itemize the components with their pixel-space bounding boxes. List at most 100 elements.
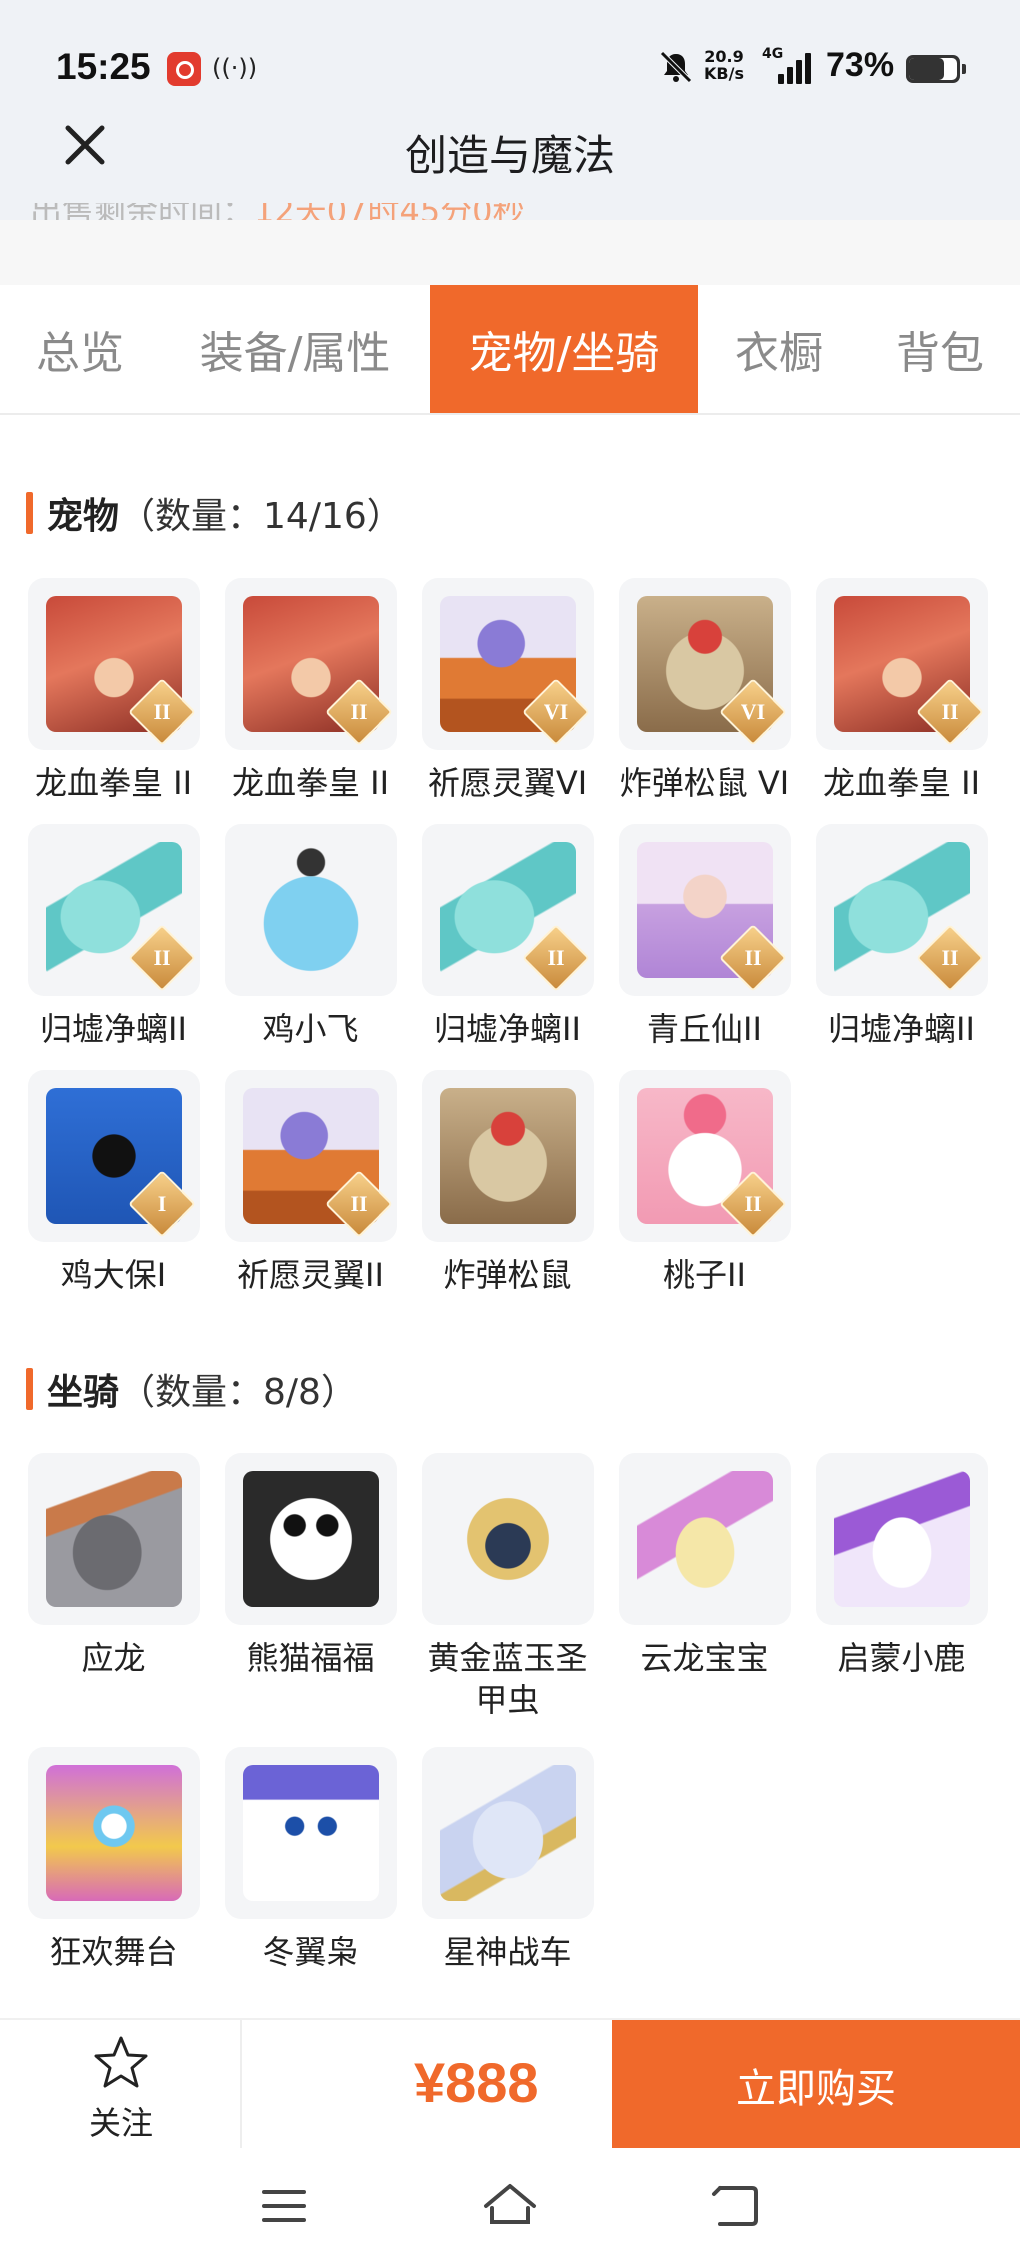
- pet-name: 龙血拳皇 II: [822, 764, 981, 802]
- stage-image: [45, 1765, 182, 1901]
- rank-label: VI: [740, 699, 765, 724]
- tab-bar: 总览 装备/属性 宠物/坐骑 衣橱 背包: [0, 285, 1020, 415]
- mount-name: 星神战车: [443, 1933, 572, 1971]
- tab-pets-mounts[interactable]: 宠物/坐骑: [430, 285, 698, 413]
- pet-card[interactable]: II 归墟净螭II: [26, 824, 201, 1050]
- tab-wardrobe[interactable]: 衣橱: [698, 285, 860, 413]
- buy-now-button[interactable]: 立即购买: [612, 2020, 1020, 2150]
- pets-count: （数量：14/16）: [119, 496, 403, 537]
- pet-card[interactable]: II 龙血拳皇 II: [26, 578, 201, 804]
- tab-overview[interactable]: 总览: [0, 285, 160, 413]
- back-icon[interactable]: [706, 2176, 766, 2236]
- section-accent-bar: [26, 1368, 33, 1410]
- mount-card[interactable]: 应龙: [26, 1453, 201, 1679]
- pet-name: 炸弹松鼠 VI: [619, 764, 790, 802]
- blue-chick-image: [242, 842, 379, 978]
- star-icon: [94, 2036, 148, 2088]
- pet-thumbnail: II: [27, 824, 200, 996]
- squirrel-image: [439, 1088, 576, 1224]
- pet-thumbnail: VI: [618, 578, 791, 750]
- mount-card[interactable]: 冬翼枭: [223, 1747, 398, 1973]
- price: ¥888: [414, 2051, 539, 2114]
- rank-label: VI: [543, 699, 568, 724]
- status-bar: 15:25 ((·)) 20.9 KB/s 4G 73%: [0, 0, 1020, 130]
- pet-card[interactable]: VI 祈愿灵翼VI: [420, 578, 595, 804]
- pet-name: 祈愿灵翼VI: [427, 764, 588, 802]
- mount-thumbnail: [421, 1747, 594, 1919]
- pet-name: 归墟净螭II: [40, 1010, 187, 1048]
- netease-app-icon: [167, 52, 201, 86]
- pet-card[interactable]: 鸡小飞: [223, 824, 398, 1050]
- pet-thumbnail: II: [224, 578, 397, 750]
- mount-card[interactable]: 云龙宝宝: [617, 1453, 792, 1679]
- mount-name: 云龙宝宝: [640, 1639, 769, 1677]
- menu-icon[interactable]: [254, 2176, 314, 2236]
- mount-thumbnail: [815, 1453, 988, 1625]
- rank-label: II: [743, 945, 762, 970]
- pet-card[interactable]: I 鸡大保I: [26, 1070, 201, 1296]
- pet-card[interactable]: 炸弹松鼠: [420, 1070, 595, 1296]
- mute-bell-icon: [660, 51, 692, 83]
- star-chariot-image: [439, 1765, 576, 1901]
- mount-card[interactable]: 熊猫福福: [223, 1453, 398, 1679]
- deer-image: [833, 1471, 970, 1607]
- mount-name: 冬翼枭: [262, 1933, 359, 1971]
- rank-label: I: [157, 1191, 166, 1216]
- mount-card[interactable]: 星神战车: [420, 1747, 595, 1973]
- mount-name: 熊猫福福: [246, 1639, 375, 1677]
- signal-icon: [778, 52, 812, 84]
- rank-label: II: [349, 1191, 368, 1216]
- pet-thumbnail: [421, 1070, 594, 1242]
- pet-name: 桃子II: [663, 1256, 746, 1294]
- pet-card[interactable]: II 归墟净螭II: [814, 824, 989, 1050]
- rank-label: II: [152, 699, 171, 724]
- mount-card[interactable]: 黄金蓝玉圣甲虫: [420, 1453, 595, 1721]
- top-bar: 15:25 ((·)) 20.9 KB/s 4G 73% 创造与魔法 出售剩余时…: [0, 0, 1020, 225]
- pet-card[interactable]: II 桃子II: [617, 1070, 792, 1296]
- pet-card[interactable]: II 归墟净螭II: [420, 824, 595, 1050]
- pet-name: 青丘仙II: [647, 1010, 762, 1048]
- pet-name: 归墟净螭II: [434, 1010, 581, 1048]
- pet-name: 龙血拳皇 II: [34, 764, 193, 802]
- mount-card[interactable]: 狂欢舞台: [26, 1747, 201, 1973]
- scarab-image: [439, 1471, 576, 1607]
- mount-thumbnail: [27, 1453, 200, 1625]
- owl-image: [242, 1765, 379, 1901]
- pets-title: 宠物: [47, 496, 120, 537]
- mount-card[interactable]: 启蒙小鹿: [814, 1453, 989, 1679]
- system-nav-bar: [0, 2148, 1020, 2267]
- battery-icon: [906, 55, 966, 83]
- mount-thumbnail: [27, 1747, 200, 1919]
- pet-name: 龙血拳皇 II: [231, 764, 390, 802]
- mount-thumbnail: [224, 1453, 397, 1625]
- mounts-title: 坐骑: [47, 1372, 120, 1413]
- follow-label: 关注: [88, 2104, 153, 2142]
- mount-thumbnail: [421, 1453, 594, 1625]
- pet-card[interactable]: II 龙血拳皇 II: [223, 578, 398, 804]
- rank-label: II: [940, 945, 959, 970]
- pet-thumbnail: II: [224, 1070, 397, 1242]
- pet-card[interactable]: VI 炸弹松鼠 VI: [617, 578, 792, 804]
- mount-thumbnail: [224, 1747, 397, 1919]
- net-speed-unit: KB/s: [704, 64, 744, 83]
- section-gap: [0, 220, 1020, 285]
- pet-thumbnail: VI: [421, 578, 594, 750]
- pet-thumbnail: II: [421, 824, 594, 996]
- purchase-bar: 关注 ¥888 立即购买: [0, 2018, 1020, 2150]
- pet-card[interactable]: II 祈愿灵翼II: [223, 1070, 398, 1296]
- pet-thumbnail: II: [815, 578, 988, 750]
- hotspot-icon: ((·)): [212, 54, 258, 82]
- pet-card[interactable]: II 龙血拳皇 II: [814, 578, 989, 804]
- battery-percent: 73%: [826, 46, 895, 84]
- tab-backpack[interactable]: 背包: [860, 285, 1020, 413]
- home-icon[interactable]: [480, 2176, 540, 2236]
- pet-name: 炸弹松鼠: [443, 1256, 572, 1294]
- follow-button[interactable]: 关注: [0, 2020, 242, 2150]
- pet-thumbnail: II: [618, 1070, 791, 1242]
- tab-equipment[interactable]: 装备/属性: [160, 285, 430, 413]
- mount-name: 启蒙小鹿: [837, 1639, 966, 1677]
- rank-label: II: [546, 945, 565, 970]
- page-title: 创造与魔法: [404, 131, 615, 180]
- pet-card[interactable]: II 青丘仙II: [617, 824, 792, 1050]
- section-accent-bar: [26, 492, 33, 534]
